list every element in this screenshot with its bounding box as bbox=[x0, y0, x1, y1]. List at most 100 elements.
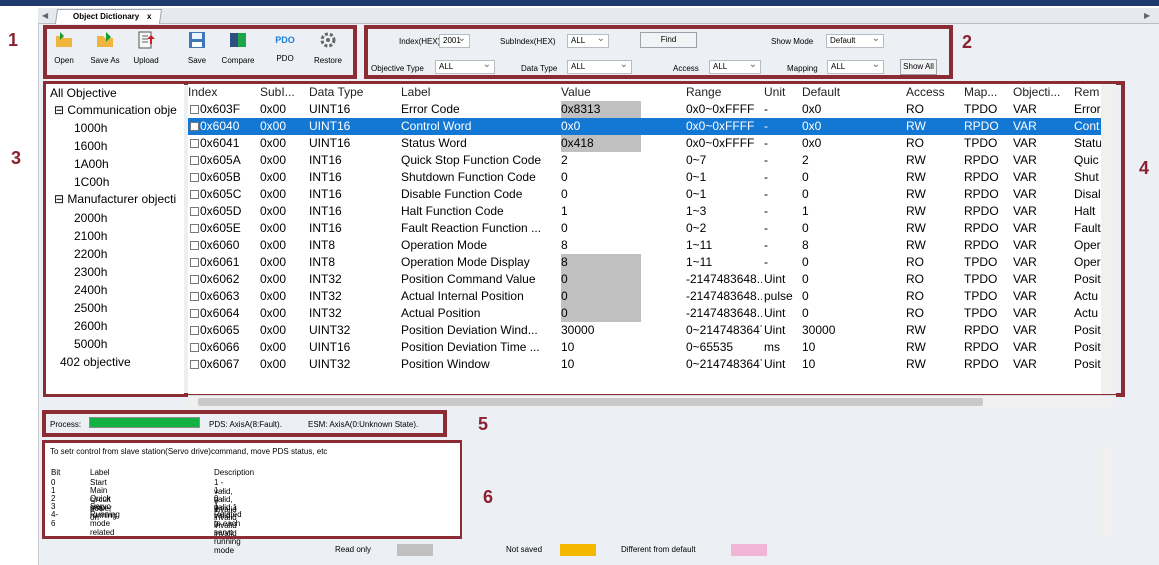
cell-value[interactable]: 2 bbox=[561, 152, 641, 169]
header-mapping[interactable]: Map... bbox=[964, 84, 1004, 101]
cell-value[interactable]: 10 bbox=[561, 356, 641, 373]
table-row[interactable]: 0x605B 0x00 INT16 Shutdown Function Code 0 0~… bbox=[188, 169, 1116, 186]
row-checkbox[interactable] bbox=[190, 224, 199, 233]
row-checkbox[interactable] bbox=[190, 309, 199, 318]
table-row[interactable]: 0x6041 0x00 UINT16 Status Word 0x418 0x0~0xFF… bbox=[188, 135, 1116, 152]
tree-communication[interactable]: ⊟ Communication obje bbox=[54, 103, 177, 117]
cell-value[interactable]: 0x8313 bbox=[561, 101, 641, 118]
access-select[interactable]: ALL bbox=[709, 59, 761, 74]
subindex-select[interactable]: ALL bbox=[567, 33, 609, 48]
table-row[interactable]: 0x6061 0x00 INT8 Operation Mode Display 8 1~1… bbox=[188, 254, 1116, 271]
row-checkbox[interactable] bbox=[190, 105, 199, 114]
table-row[interactable]: 0x605A 0x00 INT16 Quick Stop Function Code 2… bbox=[188, 152, 1116, 169]
save-button[interactable]: Save bbox=[179, 29, 215, 75]
row-checkbox[interactable] bbox=[190, 139, 199, 148]
header-label[interactable]: Label bbox=[401, 84, 549, 101]
table-row[interactable]: 0x6064 0x00 INT32 Actual Position 0 -21474836… bbox=[188, 305, 1116, 322]
cell-value[interactable]: 30000 bbox=[561, 322, 641, 339]
pdo-button[interactable]: PDO PDO bbox=[267, 29, 303, 75]
cell-value[interactable]: 0x0 bbox=[561, 118, 641, 135]
row-checkbox[interactable] bbox=[190, 292, 199, 301]
expand-icon[interactable]: ⊟ bbox=[54, 192, 64, 206]
header-unit[interactable]: Unit bbox=[764, 84, 802, 101]
compare-button[interactable]: Compare bbox=[220, 29, 256, 75]
restore-button[interactable]: Restore bbox=[310, 29, 346, 75]
table-row[interactable]: 0x6067 0x00 UINT32 Position Window 10 0~21474… bbox=[188, 356, 1116, 373]
header-subindex[interactable]: SubI... bbox=[260, 84, 298, 101]
cell-value[interactable]: 8 bbox=[561, 254, 641, 271]
open-button[interactable]: Open bbox=[46, 29, 82, 75]
tree-item-2500h[interactable]: 2500h bbox=[74, 301, 107, 315]
header-remark[interactable]: Rem bbox=[1074, 84, 1103, 101]
tree-item-2600h[interactable]: 2600h bbox=[74, 319, 107, 333]
table-row[interactable]: 0x6065 0x00 UINT32 Position Deviation Wind.… bbox=[188, 322, 1116, 339]
data-type-select[interactable]: ALL bbox=[567, 59, 632, 74]
tree-item-2100h[interactable]: 2100h bbox=[74, 229, 107, 243]
header-data-type[interactable]: Data Type bbox=[309, 84, 383, 101]
vertical-scrollbar[interactable] bbox=[1101, 84, 1116, 394]
cell-value[interactable]: 0 bbox=[561, 305, 641, 322]
row-checkbox[interactable] bbox=[190, 258, 199, 267]
tree-item-5000h[interactable]: 5000h bbox=[74, 337, 107, 351]
header-value[interactable]: Value bbox=[561, 84, 641, 101]
tab-object-dictionary[interactable]: Object Dictionary x bbox=[54, 9, 162, 24]
table-row[interactable]: 0x6066 0x00 UINT16 Position Deviation Time … bbox=[188, 339, 1116, 356]
row-checkbox[interactable] bbox=[190, 241, 199, 250]
upload-button[interactable]: Upload bbox=[128, 29, 164, 75]
tree-item-1000h[interactable]: 1000h bbox=[74, 121, 107, 135]
header-access[interactable]: Access bbox=[906, 84, 970, 101]
scrollbar-thumb[interactable] bbox=[198, 398, 983, 406]
table-row[interactable]: 0x605E 0x00 INT16 Fault Reaction Function .… bbox=[188, 220, 1116, 237]
row-checkbox[interactable] bbox=[190, 122, 199, 131]
tree-item-2000h[interactable]: 2000h bbox=[74, 211, 107, 225]
description-scrollbar[interactable] bbox=[1099, 443, 1114, 536]
row-checkbox[interactable] bbox=[190, 190, 199, 199]
tree-item-2200h[interactable]: 2200h bbox=[74, 247, 107, 261]
cell-value[interactable]: 0 bbox=[561, 271, 641, 288]
cell-value[interactable]: 0 bbox=[561, 288, 641, 305]
show-mode-select[interactable]: Default bbox=[826, 33, 884, 48]
tree-item-1a00h[interactable]: 1A00h bbox=[74, 157, 109, 171]
header-range[interactable]: Range bbox=[686, 84, 762, 101]
table-row[interactable]: 0x6040 0x00 UINT16 Control Word 0x0 0x0~0xFFF… bbox=[188, 118, 1116, 135]
tab-left-arrow[interactable]: ◀ bbox=[42, 11, 48, 20]
show-all-button[interactable]: Show All bbox=[900, 59, 937, 75]
tree-item-2300h[interactable]: 2300h bbox=[74, 265, 107, 279]
cell-value[interactable]: 1 bbox=[561, 203, 641, 220]
tree-item-1c00h[interactable]: 1C00h bbox=[74, 175, 109, 189]
header-index[interactable]: Index bbox=[188, 84, 241, 101]
header-default[interactable]: Default bbox=[802, 84, 886, 101]
cell-value[interactable]: 10 bbox=[561, 339, 641, 356]
save-as-button[interactable]: Save As bbox=[87, 29, 123, 75]
tree-item-402-objective[interactable]: 402 objective bbox=[60, 355, 131, 369]
table-row[interactable]: 0x605D 0x00 INT16 Halt Function Code 1 1~3 - 1 R… bbox=[188, 203, 1116, 220]
table-row[interactable]: 0x6062 0x00 INT32 Position Command Value 0 -2… bbox=[188, 271, 1116, 288]
tab-right-arrow[interactable]: ▶ bbox=[1144, 11, 1150, 20]
row-checkbox[interactable] bbox=[190, 173, 199, 182]
tree-root[interactable]: All Objective bbox=[50, 86, 117, 100]
table-row[interactable]: 0x6063 0x00 INT32 Actual Internal Position 0… bbox=[188, 288, 1116, 305]
index-input[interactable]: 2001 bbox=[439, 33, 470, 48]
row-checkbox[interactable] bbox=[190, 343, 199, 352]
row-checkbox[interactable] bbox=[190, 275, 199, 284]
cell-value[interactable]: 0 bbox=[561, 220, 641, 237]
cell-value[interactable]: 8 bbox=[561, 237, 641, 254]
row-checkbox[interactable] bbox=[190, 326, 199, 335]
row-checkbox[interactable] bbox=[190, 156, 199, 165]
objective-type-select[interactable]: ALL bbox=[435, 59, 495, 74]
tree-item-1600h[interactable]: 1600h bbox=[74, 139, 107, 153]
horizontal-scrollbar[interactable] bbox=[188, 395, 1116, 407]
table-row[interactable]: 0x603F 0x00 UINT16 Error Code 0x8313 0x0~0xFF… bbox=[188, 101, 1116, 118]
table-row[interactable]: 0x6060 0x00 INT8 Operation Mode 8 1~11 - 8 RW RPD… bbox=[188, 237, 1116, 254]
cell-value[interactable]: 0 bbox=[561, 169, 641, 186]
row-checkbox[interactable] bbox=[190, 207, 199, 216]
cell-value[interactable]: 0x418 bbox=[561, 135, 641, 152]
mapping-select[interactable]: ALL bbox=[827, 59, 884, 74]
row-checkbox[interactable] bbox=[190, 360, 199, 369]
header-objective[interactable]: Objecti... bbox=[1013, 84, 1070, 101]
find-button[interactable]: Find bbox=[640, 32, 697, 48]
expand-icon[interactable]: ⊟ bbox=[54, 103, 64, 117]
tree-manufacturer[interactable]: ⊟ Manufacturer objecti bbox=[54, 192, 176, 206]
tree-item-2400h[interactable]: 2400h bbox=[74, 283, 107, 297]
tab-close-icon[interactable]: x bbox=[147, 10, 151, 23]
